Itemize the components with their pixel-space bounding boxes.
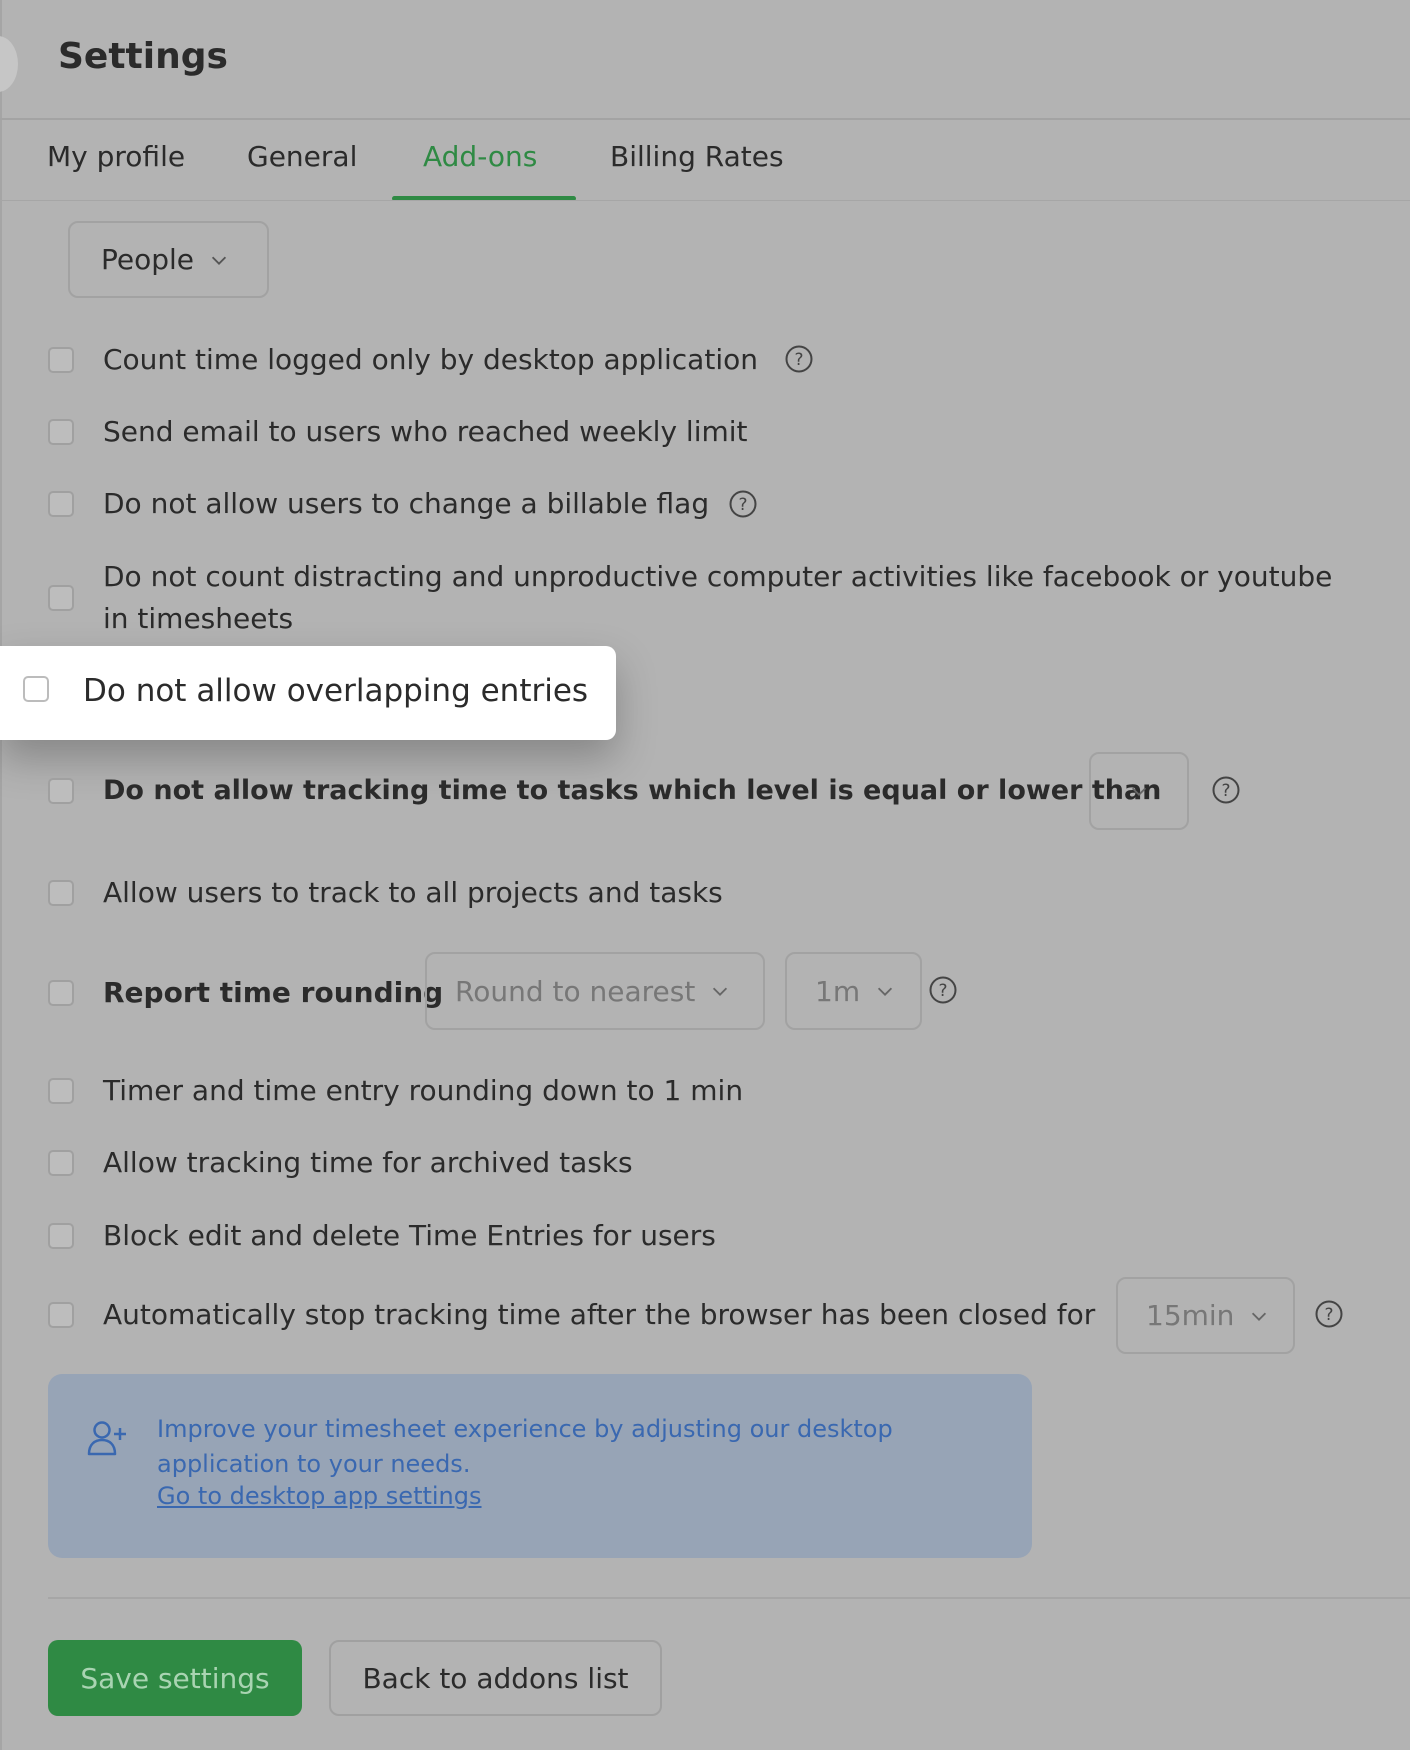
setting-checkbox-task-level[interactable] [48, 778, 74, 804]
sidebar-toggle[interactable] [0, 36, 18, 92]
rounding-mode-select[interactable]: Round to nearest [425, 952, 765, 1030]
svg-text:?: ? [738, 495, 747, 515]
help-icon[interactable]: ? [1211, 775, 1241, 805]
tab-general[interactable]: General [247, 140, 357, 173]
setting-checkbox-distracting-activities[interactable] [48, 585, 74, 611]
chevron-down-icon [211, 256, 227, 265]
tab-add-ons[interactable]: Add-ons [423, 140, 537, 173]
setting-label-billable-flag: Do not allow users to change a billable … [103, 487, 710, 520]
highlighted-setting-row: Do not allow overlapping entries [0, 646, 616, 740]
footer-divider [48, 1597, 1410, 1599]
setting-checkbox-round-down[interactable] [48, 1078, 74, 1104]
tabs-divider [0, 200, 1410, 201]
people-dropdown[interactable]: People [68, 221, 269, 298]
chevron-down-icon [713, 987, 728, 996]
setting-label-report-rounding: Report time rounding [103, 976, 444, 1009]
tab-billing-rates[interactable]: Billing Rates [610, 140, 784, 173]
setting-checkbox-billable-flag[interactable] [48, 491, 74, 517]
rounding-step-value: 1m [815, 974, 861, 1008]
setting-checkbox-overlapping-entries[interactable] [23, 676, 49, 702]
help-icon[interactable]: ? [728, 489, 758, 519]
setting-checkbox-archived-tasks[interactable] [48, 1150, 74, 1176]
chevron-down-icon [878, 987, 893, 996]
svg-text:?: ? [1324, 1305, 1333, 1325]
save-settings-button[interactable]: Save settings [48, 1640, 302, 1716]
svg-text:?: ? [1221, 781, 1230, 801]
setting-label-distracting-activities-line1: Do not count distracting and unproductiv… [103, 560, 1333, 593]
people-dropdown-value: People [101, 243, 195, 276]
desktop-app-settings-link[interactable]: Go to desktop app settings [157, 1482, 482, 1510]
auto-stop-duration-select[interactable]: 15min [1116, 1277, 1295, 1354]
rounding-step-select[interactable]: 1m [785, 952, 922, 1030]
setting-label-distracting-activities-line2: in timesheets [103, 602, 294, 635]
chevron-down-icon [1252, 1312, 1267, 1321]
info-message: Improve your timesheet experience by adj… [157, 1415, 893, 1478]
help-icon[interactable]: ? [1314, 1299, 1344, 1329]
setting-checkbox-auto-stop[interactable] [48, 1302, 74, 1328]
setting-label-overlapping-entries: Do not allow overlapping entries [83, 673, 589, 709]
tab-my-profile[interactable]: My profile [47, 140, 185, 173]
setting-label-round-down: Timer and time entry rounding down to 1 … [103, 1074, 744, 1107]
setting-checkbox-weekly-limit-email[interactable] [48, 419, 74, 445]
setting-label-desktop-only: Count time logged only by desktop applic… [103, 343, 758, 376]
svg-text:?: ? [794, 350, 803, 370]
page-title: Settings [58, 36, 228, 77]
setting-checkbox-all-projects[interactable] [48, 880, 74, 906]
header-divider [0, 118, 1410, 120]
setting-checkbox-desktop-only[interactable] [48, 347, 74, 373]
left-edge-line [0, 0, 2, 1750]
setting-label-all-projects: Allow users to track to all projects and… [103, 876, 723, 909]
setting-label-weekly-limit-email: Send email to users who reached weekly l… [103, 415, 748, 448]
auto-stop-duration-value: 15min [1146, 1299, 1235, 1332]
chevron-down-icon [1131, 787, 1147, 796]
add-user-icon [87, 1421, 126, 1456]
rounding-mode-value: Round to nearest [455, 974, 696, 1008]
back-to-addons-button[interactable]: Back to addons list [329, 1640, 662, 1716]
help-icon[interactable]: ? [784, 344, 814, 374]
setting-label-task-level: Do not allow tracking time to tasks whic… [103, 775, 1162, 806]
help-icon[interactable]: ? [928, 975, 958, 1005]
setting-label-auto-stop: Automatically stop tracking time after t… [103, 1298, 1096, 1331]
task-level-select[interactable] [1089, 752, 1189, 830]
svg-text:?: ? [938, 981, 947, 1001]
setting-checkbox-report-rounding[interactable] [48, 980, 74, 1006]
setting-label-block-edit: Block edit and delete Time Entries for u… [103, 1219, 716, 1252]
setting-checkbox-block-edit[interactable] [48, 1223, 74, 1249]
setting-label-archived-tasks: Allow tracking time for archived tasks [103, 1146, 633, 1179]
